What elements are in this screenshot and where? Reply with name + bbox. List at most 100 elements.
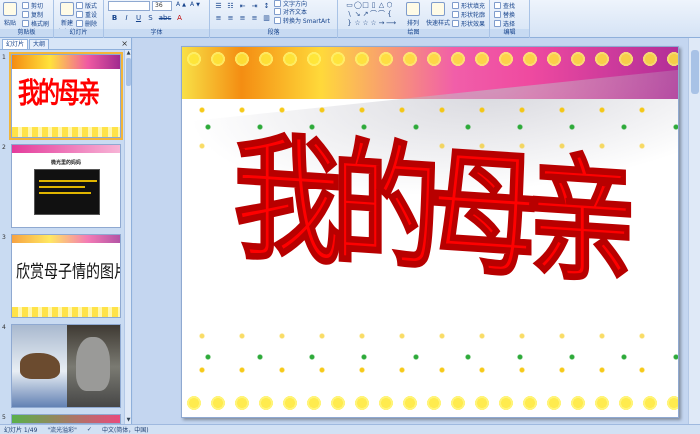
font-color-button[interactable]: A	[175, 14, 184, 22]
shrink-font-button[interactable]: A ▼	[190, 1, 200, 8]
scroll-up-icon[interactable]: ▲	[125, 50, 132, 57]
spell-check-icon[interactable]: ✓	[87, 426, 92, 433]
current-slide[interactable]: 我的母亲	[181, 46, 679, 418]
shape-option[interactable]: ▭	[346, 2, 353, 10]
shape-option[interactable]: ⬡	[386, 2, 393, 10]
font-group: 36 A ▲ A ▼ B I U S abc A 字体	[104, 0, 210, 38]
decorative-banner	[12, 145, 120, 153]
decrease-indent-button[interactable]: ⇤	[238, 2, 247, 10]
italic-button[interactable]: I	[122, 14, 131, 22]
delete-slide-button[interactable]: 删除	[76, 19, 97, 28]
format-painter-button[interactable]: 格式刷	[22, 19, 49, 28]
font-group-label: 字体	[104, 29, 209, 37]
shape-effects-button[interactable]: 形状效果	[452, 19, 485, 28]
paragraph-group: ☰ ☷ ⇤ ⇥ ↕ ≡ ≡ ≡ ≡ ▥ 文字方向 对齐文本 转换为 SmartA…	[210, 0, 338, 38]
increase-indent-button[interactable]: ⇥	[250, 2, 259, 10]
select-button[interactable]: 选择	[494, 19, 515, 28]
align-center-button[interactable]: ≡	[226, 14, 235, 22]
shape-option[interactable]: ⟶	[386, 20, 396, 28]
slide-number: 3	[2, 234, 6, 241]
scroll-thumb[interactable]	[126, 58, 131, 86]
smartart-button[interactable]: 转换为 SmartArt	[274, 16, 330, 25]
line-spacing-button[interactable]: ↕	[262, 2, 271, 10]
reset-button[interactable]: 重设	[76, 10, 97, 19]
justify-button[interactable]: ≡	[250, 14, 259, 22]
scissors-icon	[22, 2, 29, 9]
decorative-flowers	[12, 127, 120, 137]
panel-scrollbar[interactable]: ▲ ▼	[124, 50, 131, 424]
shape-option[interactable]: →	[378, 20, 385, 28]
slide-number: 1	[2, 54, 6, 61]
shape-option[interactable]: ☆	[370, 20, 377, 28]
shape-option[interactable]: }	[346, 20, 353, 28]
copy-button[interactable]: 复制	[22, 10, 43, 19]
slide-thumbnail[interactable]	[11, 324, 121, 408]
find-icon	[494, 2, 501, 9]
replace-button[interactable]: 替换	[494, 10, 515, 19]
layout-button[interactable]: 版式	[76, 1, 97, 10]
scroll-down-icon[interactable]: ▼	[125, 417, 132, 424]
thumb-title: 微光里的妈妈	[50, 160, 81, 166]
arrange-button[interactable]: 排列	[406, 2, 420, 27]
shape-option[interactable]: \	[346, 11, 353, 19]
shape-option[interactable]: ▯	[370, 2, 377, 10]
tab-outline[interactable]: 大纲	[29, 39, 50, 49]
slide-number: 4	[2, 324, 6, 331]
paragraph-buttons: ☰ ☷ ⇤ ⇥ ↕	[214, 2, 271, 10]
slide-counter: 幻灯片 1/49	[4, 427, 38, 434]
arrange-icon	[406, 2, 420, 16]
fill-icon	[452, 2, 459, 9]
align-left-button[interactable]: ≡	[214, 14, 223, 22]
shape-fill-button[interactable]: 形状填充	[452, 1, 485, 10]
find-button[interactable]: 查找	[494, 1, 515, 10]
shapes-gallery[interactable]: ▭ ◯ □ ▯ △ ⬡ \ ↘ ↗ ⌒ ⌒{} ☆ ☆ ☆ → ⟶	[346, 2, 396, 28]
new-slide-icon	[60, 2, 74, 16]
scroll-thumb[interactable]	[691, 50, 699, 94]
clipboard-group-label: 剪贴板	[0, 29, 53, 37]
shadow-button[interactable]: S	[146, 14, 155, 22]
underline-button[interactable]: U	[134, 14, 143, 22]
select-icon	[494, 20, 501, 27]
effects-icon	[452, 20, 459, 27]
font-name-select[interactable]	[108, 1, 150, 11]
slide-thumbnail[interactable]: 微光里的妈妈	[11, 144, 121, 228]
tab-slides[interactable]: 幻灯片	[2, 39, 29, 49]
cut-button[interactable]: 剪切	[22, 1, 43, 10]
reset-icon	[76, 11, 83, 18]
bullets-button[interactable]: ☰	[214, 2, 223, 10]
quick-styles-button[interactable]: 快速样式	[426, 2, 450, 27]
shape-option[interactable]: ◯	[354, 2, 362, 10]
strikethrough-button[interactable]: abc	[158, 14, 172, 22]
numbering-button[interactable]: ☷	[226, 2, 235, 10]
slide-thumbnail[interactable]	[11, 414, 121, 424]
shape-option[interactable]: ⌒	[370, 11, 377, 19]
shape-outline-button[interactable]: 形状轮廓	[452, 10, 485, 19]
shape-option[interactable]: △	[378, 2, 385, 10]
font-format-buttons: B I U S abc A	[110, 14, 184, 22]
bold-button[interactable]: B	[110, 14, 119, 22]
decorative-leaves	[182, 353, 678, 361]
slide-thumbnail[interactable]: 我的母亲	[9, 52, 123, 140]
align-right-button[interactable]: ≡	[238, 14, 247, 22]
text-direction-icon	[274, 0, 281, 7]
paste-button[interactable]: 粘贴	[3, 2, 17, 27]
align-text-button[interactable]: 对齐文本	[274, 7, 307, 16]
shape-option[interactable]: ☆	[354, 20, 361, 28]
shape-option[interactable]: ☆	[362, 20, 369, 28]
shape-option[interactable]: □	[362, 2, 369, 10]
slide-title[interactable]: 我的母亲	[182, 119, 678, 303]
close-icon[interactable]: ×	[121, 39, 128, 48]
shape-option[interactable]: ↘	[354, 11, 361, 19]
main-scrollbar[interactable]	[688, 38, 700, 424]
grow-font-button[interactable]: A ▲	[176, 1, 186, 8]
slide-thumbnail[interactable]: 欣赏母子情的图片	[11, 234, 121, 318]
shape-option[interactable]: ↗	[362, 11, 369, 19]
columns-button[interactable]: ▥	[262, 14, 271, 22]
editing-group-label: 编辑	[490, 29, 529, 37]
font-size-select[interactable]: 36	[152, 1, 172, 11]
shape-option[interactable]: {	[386, 11, 393, 19]
decorative-dots	[182, 105, 678, 115]
theme-name: "流光溢彩"	[47, 427, 77, 434]
shape-option[interactable]: ⌒	[378, 11, 385, 19]
replace-icon	[494, 11, 501, 18]
